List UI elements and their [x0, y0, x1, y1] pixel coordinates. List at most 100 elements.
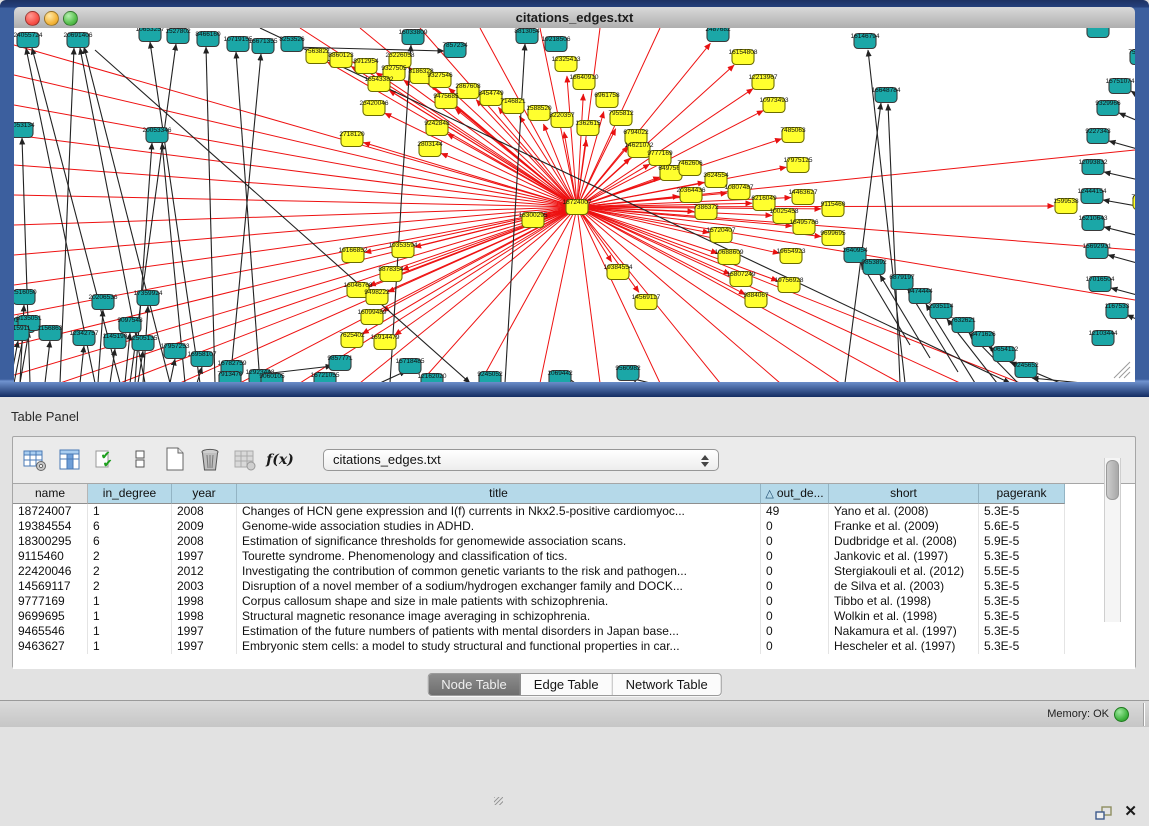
table-cell[interactable]: Wolkin et al. (1998) [829, 609, 979, 624]
memory-status-indicator[interactable] [1114, 707, 1129, 722]
graph-node[interactable]: 9884067 [743, 292, 769, 308]
table-cell[interactable]: 1 [88, 639, 172, 654]
graph-node[interactable]: 9777169 [647, 150, 673, 166]
graph-node[interactable]: 9699695 [820, 230, 846, 246]
graph-node[interactable]: 10654112 [990, 346, 1019, 362]
table-cell[interactable]: 9465546 [13, 624, 88, 639]
graph-node[interactable]: 2516050 [14, 289, 37, 305]
table-cell[interactable]: 2008 [172, 534, 237, 549]
table-cell[interactable]: 0 [761, 519, 829, 534]
graph-node[interactable]: 9245652 [1013, 362, 1039, 378]
graph-node[interactable]: 10688609 [715, 249, 744, 265]
function-builder-icon[interactable]: f(x) [268, 447, 292, 473]
graph-node[interactable]: 12213967 [749, 74, 778, 90]
graph-node[interactable]: 7386372 [693, 204, 719, 220]
graph-node[interactable]: 17359924 [134, 290, 163, 306]
table-row[interactable]: 1830029562008Estimation of significance … [13, 534, 1135, 549]
graph-node[interactable]: 14569117 [632, 294, 661, 310]
graph-node[interactable]: 12093832 [1079, 159, 1108, 175]
graph-node[interactable]: 9498222 [364, 289, 390, 305]
graph-node[interactable]: 9097548 [117, 317, 143, 333]
graph-node[interactable]: 16671355 [249, 38, 278, 54]
graph-node[interactable]: 12325413 [552, 56, 581, 72]
table-cell[interactable]: 2 [88, 549, 172, 564]
graph-node[interactable]: 8878354 [378, 266, 404, 282]
delete-table-icon[interactable] [198, 447, 222, 473]
table-cell[interactable]: 1997 [172, 549, 237, 564]
graph-node[interactable]: 18300295 [519, 212, 548, 228]
table-cell[interactable]: 0 [761, 594, 829, 609]
select-all-icon[interactable]: ✔ ✔ [93, 447, 117, 473]
graph-node[interactable]: 20206536 [89, 294, 118, 310]
graph-node[interactable]: 16210643 [1079, 215, 1108, 231]
table-cell[interactable]: 9699695 [13, 609, 88, 624]
graph-node[interactable]: 1145190 [103, 333, 128, 349]
table-cell[interactable]: 0 [761, 579, 829, 594]
graph-node[interactable]: 9245052 [477, 371, 503, 382]
graph-node[interactable]: 19166852 [339, 247, 368, 263]
table-cell[interactable]: Yano et al. (2008) [829, 504, 979, 519]
table-browser-icon[interactable] [23, 447, 47, 473]
graph-node-rect[interactable] [1087, 28, 1109, 38]
graph-node[interactable]: 3915911 [14, 325, 31, 341]
table-cell[interactable]: Tibbo et al. (1998) [829, 594, 979, 609]
table-cell[interactable]: Embryonic stem cells: a model to study s… [237, 639, 761, 654]
table-cell[interactable]: 0 [761, 534, 829, 549]
graph-node[interactable]: 9475685 [433, 93, 459, 109]
table-row[interactable]: 1872400712008Changes of HCN gene express… [13, 504, 1135, 519]
graph-node[interactable]: 18495786 [790, 219, 819, 235]
table-cell[interactable]: 6 [88, 519, 172, 534]
canvas-resize-grip[interactable] [1114, 362, 1130, 378]
graph-node[interactable]: 15692931 [1083, 243, 1112, 259]
new-table-icon[interactable] [163, 447, 187, 473]
graph-node[interactable]: 7485063 [780, 127, 806, 143]
graph-node[interactable]: 16958107 [188, 351, 217, 367]
table-cell[interactable]: 22420046 [13, 564, 88, 579]
graph-node[interactable]: 7857234 [442, 42, 468, 58]
graph-node[interactable]: 8466160 [195, 31, 221, 47]
graph-node[interactable]: 16721055 [311, 372, 340, 382]
graph-node[interactable]: 2053134 [14, 122, 35, 138]
graph-node[interactable]: 1069442 [547, 370, 573, 382]
graph-node[interactable]: 9474444 [907, 288, 933, 304]
show-column-icon[interactable] [58, 447, 82, 473]
table-cell[interactable]: Estimation of significance thresholds fo… [237, 534, 761, 549]
float-panel-icon[interactable] [1095, 806, 1113, 821]
table-cell[interactable]: 1997 [172, 639, 237, 654]
table-cell[interactable]: 5.6E-5 [979, 519, 1065, 534]
graph-node[interactable]: 20691406 [64, 32, 93, 48]
graph-node[interactable]: 10973493 [760, 97, 789, 113]
graph-node[interactable]: 1156863 [38, 325, 63, 341]
table-cell[interactable]: Corpus callosum shape and size in male p… [237, 594, 761, 609]
table-cell[interactable]: Disruption of a novel member of a sodium… [237, 579, 761, 594]
table-row[interactable]: 946362711997Embryonic stem cells: a mode… [13, 639, 1135, 654]
graph-node[interactable]: 9227343 [1085, 128, 1111, 144]
network-canvas[interactable]: 2405572420691406106532571527802846616010… [14, 28, 1135, 382]
graph-node[interactable]: 2803144 [417, 141, 443, 157]
column-header-title[interactable]: title [237, 484, 761, 504]
table-cell[interactable]: Stergiakouli et al. (2012) [829, 564, 979, 579]
table-scrollbar-thumb[interactable] [1106, 460, 1119, 500]
graph-node[interactable]: 7625402 [339, 332, 365, 348]
graph-node[interactable]: 17975125 [784, 157, 813, 173]
graph-node[interactable]: 8471626 [970, 331, 996, 347]
graph-node[interactable]: 10653257 [136, 28, 165, 42]
graph-node[interactable]: 9857771 [327, 355, 353, 371]
table-cell[interactable]: 9777169 [13, 594, 88, 609]
table-cell[interactable]: 5.3E-5 [979, 579, 1065, 594]
table-cell[interactable]: 1998 [172, 609, 237, 624]
table-cell[interactable]: 0 [761, 549, 829, 564]
column-header-name[interactable]: name [13, 484, 88, 504]
graph-node[interactable]: 12444154 [1078, 188, 1107, 204]
table-cell[interactable]: 9463627 [13, 639, 88, 654]
graph-node[interactable]: 2718120 [339, 131, 365, 147]
table-cell[interactable]: Franke et al. (2009) [829, 519, 979, 534]
table-select-dropdown[interactable]: citations_edges.txt [323, 449, 719, 471]
table-cell[interactable]: 2009 [172, 519, 237, 534]
graph-node[interactable]: 9160301 [1085, 28, 1111, 38]
table-cell[interactable]: 2 [88, 579, 172, 594]
graph-node[interactable]: 20053346 [143, 127, 172, 143]
table-cell[interactable]: 18300295 [13, 534, 88, 549]
table-row[interactable]: 911546021997Tourette syndrome. Phenomeno… [13, 549, 1135, 564]
table-cell[interactable]: Structural magnetic resonance image aver… [237, 609, 761, 624]
